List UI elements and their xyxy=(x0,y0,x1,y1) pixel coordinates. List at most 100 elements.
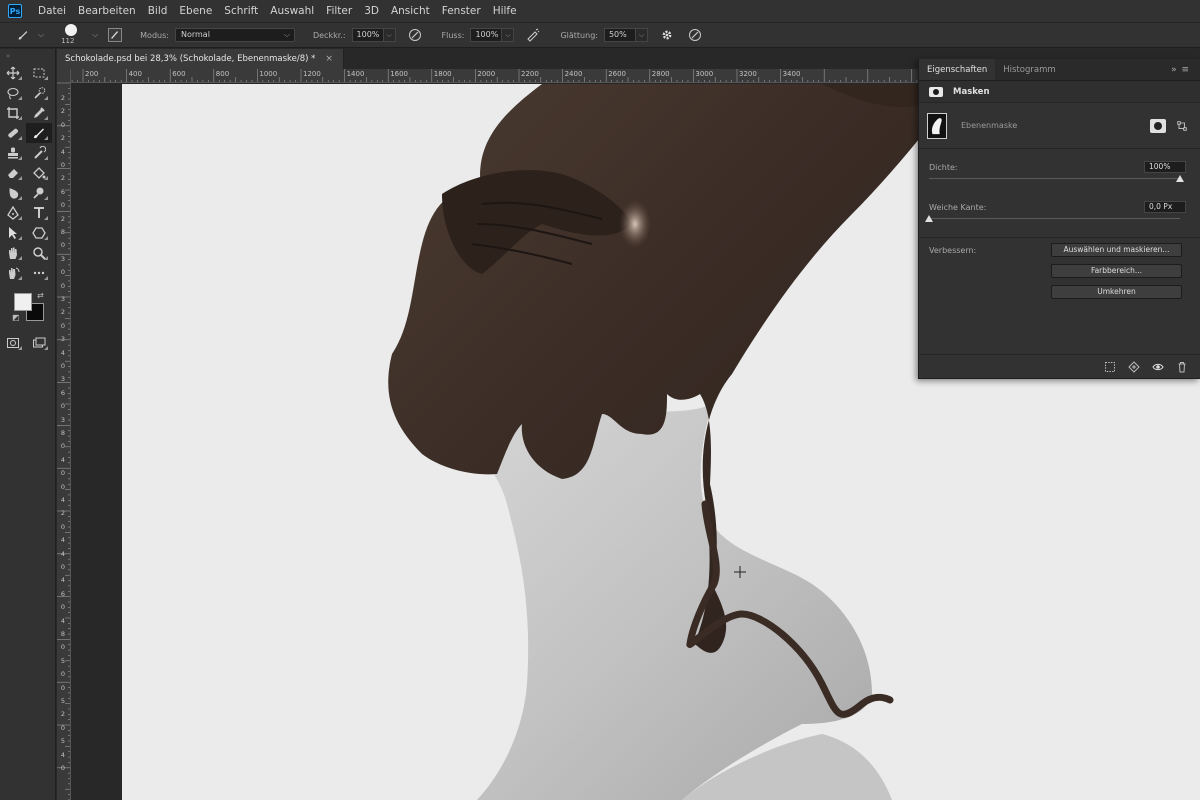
menu-filter[interactable]: Filter xyxy=(320,0,358,22)
history-brush-tool[interactable] xyxy=(26,143,52,163)
chevron-down-icon[interactable]: ⌵ xyxy=(38,30,44,40)
pen-tool[interactable] xyxy=(0,203,26,223)
type-icon xyxy=(34,207,44,218)
tab-properties[interactable]: Eigenschaften xyxy=(919,59,996,80)
dodge-tool[interactable] xyxy=(26,183,52,203)
gear-icon[interactable] xyxy=(658,26,676,44)
type-tool[interactable] xyxy=(26,203,52,223)
blend-mode-select[interactable]: Normal ⌵ xyxy=(174,28,295,42)
screen-mode-button[interactable] xyxy=(26,333,52,353)
airbrush-icon[interactable] xyxy=(524,26,542,44)
invert-button[interactable]: Umkehren xyxy=(1051,285,1182,299)
rotate-view-tool[interactable] xyxy=(0,263,26,283)
quick-mask-button[interactable] xyxy=(0,333,26,353)
panel-footer xyxy=(919,354,1200,378)
paint-bucket-tool[interactable] xyxy=(26,163,52,183)
mask-thumbnail[interactable] xyxy=(927,112,947,139)
menu-hilfe[interactable]: Hilfe xyxy=(487,0,523,22)
zoom-tool[interactable] xyxy=(26,243,52,263)
ruler-label: 0 xyxy=(60,321,66,330)
blur-tool[interactable] xyxy=(0,183,26,203)
crop-icon xyxy=(7,107,19,119)
select-pixel-mask-icon[interactable] xyxy=(1150,118,1166,133)
quick-selection-tool[interactable] xyxy=(26,83,52,103)
chevron-down-icon: ⌵ xyxy=(283,30,290,39)
move-tool[interactable] xyxy=(0,63,26,83)
ruler-label: 0 xyxy=(60,670,66,679)
menu-schrift[interactable]: Schrift xyxy=(218,0,264,22)
clone-stamp-tool[interactable] xyxy=(0,143,26,163)
density-slider-track[interactable] xyxy=(929,178,1180,179)
smoothing-input[interactable]: 50% xyxy=(603,28,636,42)
ruler-label: 4 xyxy=(60,536,66,545)
hand-tool[interactable] xyxy=(0,243,26,263)
edit-toolbar-button[interactable] xyxy=(26,263,52,283)
pressure-opacity-icon[interactable] xyxy=(406,26,424,44)
feather-slider-track[interactable] xyxy=(929,218,1180,219)
flow-input[interactable]: 100% xyxy=(470,28,503,42)
feather-slider-thumb[interactable] xyxy=(925,215,933,222)
paint-bucket-icon xyxy=(33,167,46,179)
density-label: Dichte: xyxy=(929,163,958,172)
feather-input[interactable]: 0,0 Px xyxy=(1144,201,1186,213)
shape-tool[interactable] xyxy=(26,223,52,243)
marquee-tool[interactable] xyxy=(26,63,52,83)
ruler-label: 0 xyxy=(60,201,66,210)
ruler-origin[interactable] xyxy=(57,69,71,83)
menu-auswahl[interactable]: Auswahl xyxy=(264,0,320,22)
ruler-label: 5 xyxy=(60,656,66,665)
eraser-icon xyxy=(8,169,18,178)
body-highlight xyxy=(619,200,651,248)
tab-histogram[interactable]: Histogramm xyxy=(995,59,1063,80)
brush-icon xyxy=(18,31,28,40)
close-icon[interactable]: × xyxy=(325,54,333,64)
dodge-icon xyxy=(33,187,44,199)
chevron-down-icon[interactable]: ⌵ xyxy=(92,30,98,40)
pressure-size-icon[interactable] xyxy=(686,26,704,44)
ruler-label: 3000 xyxy=(695,70,714,78)
density-input[interactable]: 100% xyxy=(1144,161,1186,173)
panel-menu-icon[interactable]: » ≡ xyxy=(1171,59,1200,80)
swap-colors-icon[interactable]: ⇄ xyxy=(37,291,44,300)
screen-mode-icon xyxy=(33,337,46,348)
apply-mask-icon[interactable] xyxy=(1124,358,1144,376)
load-selection-icon[interactable] xyxy=(1100,358,1120,376)
menu-ebene[interactable]: Ebene xyxy=(173,0,218,22)
brush-preset-picker[interactable]: 112 xyxy=(60,23,88,47)
ruler-label: 4 xyxy=(60,549,66,558)
ruler-label: 3 xyxy=(60,295,66,303)
foreground-color-swatch[interactable] xyxy=(14,293,32,311)
menu-ansicht[interactable]: Ansicht xyxy=(385,0,436,22)
collapse-toolbar-icon[interactable]: » xyxy=(0,49,55,63)
opacity-dropdown-icon[interactable]: ⌵ xyxy=(383,28,396,42)
lasso-tool[interactable] xyxy=(0,83,26,103)
opacity-input[interactable]: 100% xyxy=(351,28,384,42)
vector-mask-icon[interactable] xyxy=(1174,118,1190,134)
toggle-mask-visibility-icon[interactable] xyxy=(1148,358,1168,376)
menu-fenster[interactable]: Fenster xyxy=(436,0,487,22)
flow-dropdown-icon[interactable]: ⌵ xyxy=(502,28,515,42)
eyedropper-tool[interactable] xyxy=(26,103,52,123)
path-selection-tool[interactable] xyxy=(0,223,26,243)
crop-tool[interactable] xyxy=(0,103,26,123)
ruler-label: 2 xyxy=(60,509,66,518)
menu-bearbeiten[interactable]: Bearbeiten xyxy=(72,0,142,22)
document-tab[interactable]: Schokolade.psd bei 28,3% (Schokolade, Eb… xyxy=(57,49,344,69)
select-and-mask-button[interactable]: Auswählen und maskieren... xyxy=(1051,243,1182,257)
default-colors-icon[interactable]: ◩ xyxy=(12,313,20,322)
color-range-button[interactable]: Farbbereich... xyxy=(1051,264,1182,278)
vertical-ruler[interactable]: 2 2 0 2 4 0 2 6 0 2 8 0 3 0 0 3 2 0 3 4 0 3 6 0 3 8 0 4 0 0 4 2 0 4 4 0 4 6 0 4… xyxy=(57,83,71,800)
brush-settings-toggle-icon[interactable] xyxy=(108,28,123,42)
brush-tool[interactable] xyxy=(26,123,52,143)
trash-icon[interactable] xyxy=(1172,358,1192,376)
smoothing-dropdown-icon[interactable]: ⌵ xyxy=(635,28,648,42)
menu-3d[interactable]: 3D xyxy=(358,0,385,22)
healing-brush-tool[interactable] xyxy=(0,123,26,143)
horizontal-ruler[interactable]: 200 400 600 800 1000 1200 1400 1600 1800 2000 2200… xyxy=(71,69,918,83)
menu-datei[interactable]: Datei xyxy=(32,0,72,22)
menu-bild[interactable]: Bild xyxy=(142,0,174,22)
eraser-tool[interactable] xyxy=(0,163,26,183)
ruler-label: 400 xyxy=(128,70,142,78)
density-slider-thumb[interactable] xyxy=(1176,175,1184,182)
tool-preset-picker[interactable] xyxy=(12,26,34,44)
